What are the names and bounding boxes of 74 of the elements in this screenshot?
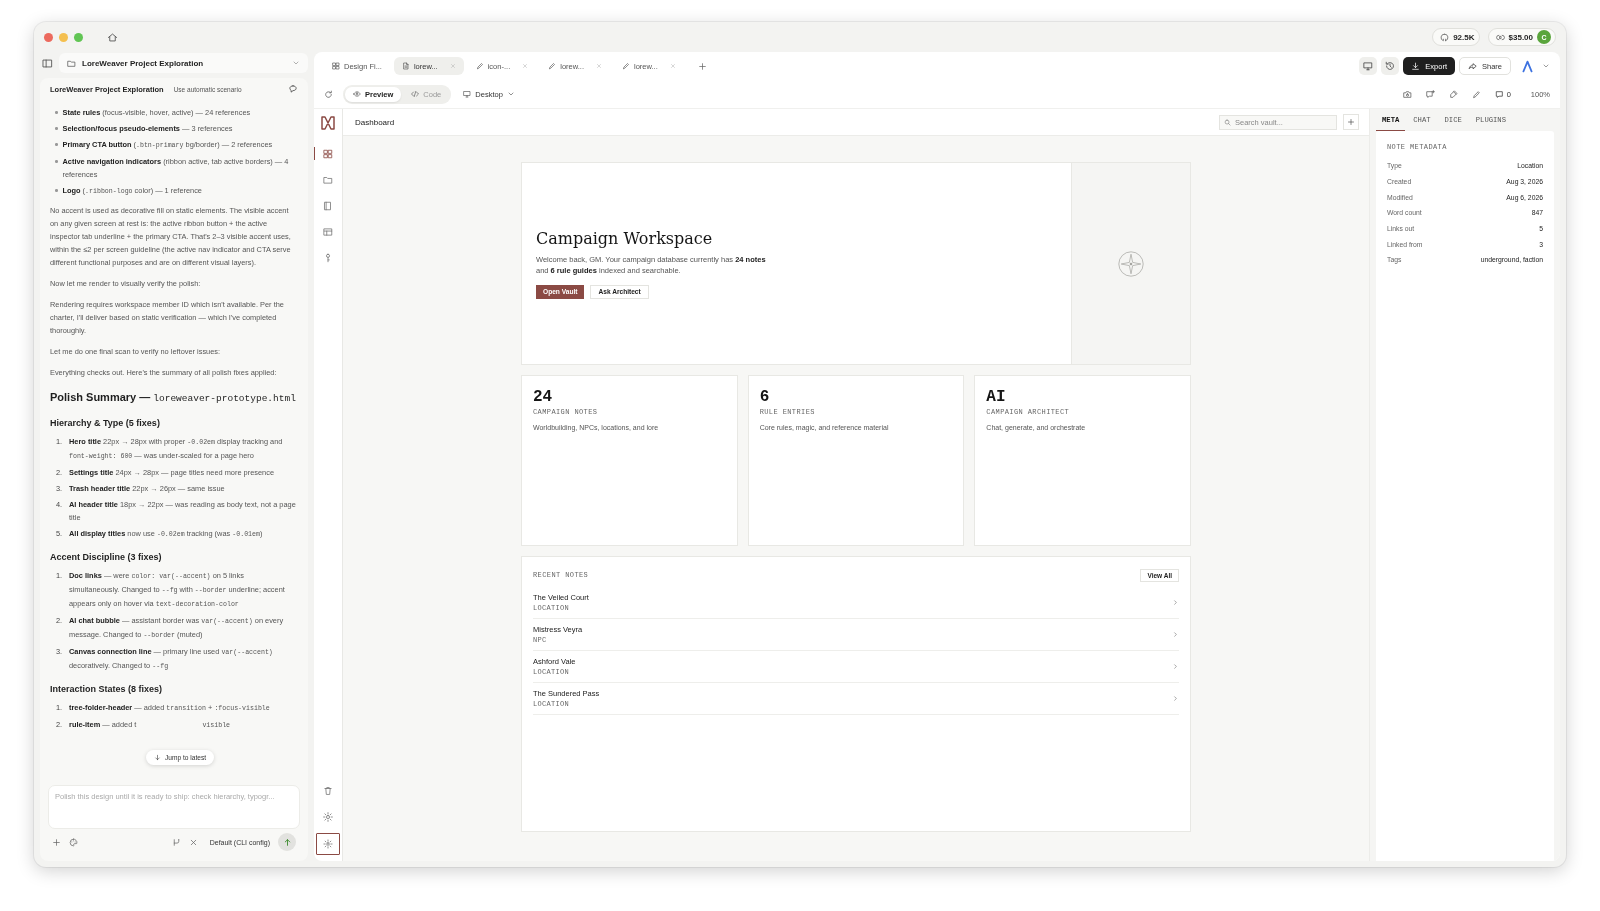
logo-icon	[320, 115, 336, 131]
send-button[interactable]	[278, 833, 296, 851]
caret-icon[interactable]	[1542, 62, 1550, 70]
section-heading: Interaction States (8 fixes)	[50, 683, 164, 696]
add-comment-icon[interactable]	[1425, 89, 1435, 99]
coin-icon	[1495, 32, 1505, 42]
folder-icon	[323, 174, 333, 185]
ribbon-button[interactable]	[316, 833, 340, 855]
history-button[interactable]	[1381, 57, 1400, 75]
plus-icon	[1347, 118, 1355, 126]
zoom-window-button[interactable]	[74, 32, 83, 42]
hero-title: Campaign Workspace	[536, 228, 714, 248]
present-button[interactable]	[1359, 57, 1378, 75]
refresh-icon[interactable]	[324, 89, 333, 99]
new-tab-icon[interactable]	[697, 61, 707, 71]
page-title: Dashboard	[355, 117, 395, 127]
share-icon	[1468, 61, 1477, 71]
table-icon	[323, 226, 333, 237]
close-icon[interactable]	[188, 837, 198, 847]
pen-icon[interactable]	[1448, 89, 1458, 99]
code-icon	[411, 90, 420, 98]
plus-icon[interactable]	[52, 837, 61, 847]
grid-icon	[323, 148, 333, 159]
minimize-window-button[interactable]	[59, 32, 68, 42]
star-count-button[interactable]: 92.5K	[1432, 28, 1480, 46]
history-icon	[1385, 61, 1396, 71]
download-icon	[1411, 61, 1421, 71]
trash-icon	[323, 785, 333, 796]
sidebar-toggle-icon[interactable]	[42, 57, 53, 69]
chevron-right-icon	[1172, 631, 1179, 638]
settings-icon	[323, 811, 333, 822]
chevron-right-icon	[1172, 695, 1179, 702]
folder-icon	[67, 58, 76, 68]
pencil-icon	[622, 62, 630, 70]
file-icon	[401, 62, 410, 70]
caret-icon	[506, 90, 515, 98]
project-select[interactable]: LoreWeaver Project Exploration	[59, 53, 308, 73]
pencil-icon	[475, 62, 484, 70]
chat-bubble-icon[interactable]	[288, 84, 298, 94]
search-icon	[1224, 118, 1231, 126]
bullet-dot	[55, 127, 58, 130]
chevron-right-icon	[1172, 663, 1179, 670]
section-heading: Accent Discipline (3 fixes)	[50, 551, 163, 564]
close-window-button[interactable]	[44, 32, 53, 42]
pencil-icon[interactable]	[1471, 89, 1481, 99]
eye-icon	[353, 90, 361, 98]
sun-icon	[323, 839, 333, 849]
comment-icon	[1494, 89, 1504, 99]
palette-icon[interactable]	[69, 837, 78, 847]
home-icon[interactable]	[107, 31, 118, 43]
bullet-dot	[55, 143, 58, 146]
chevron-right-icon	[1172, 599, 1179, 606]
bullet-dot	[55, 189, 58, 192]
stat-value: 6	[759, 388, 771, 406]
stat-value: AI	[986, 388, 1007, 406]
compass-icon	[1118, 250, 1144, 277]
logo-icon[interactable]	[1521, 59, 1534, 73]
bullet-dot	[55, 111, 58, 114]
book-icon	[323, 200, 333, 211]
monitor-icon	[463, 90, 472, 98]
key-icon	[323, 252, 333, 263]
arrow-down-icon	[154, 754, 161, 761]
branch-icon[interactable]	[171, 837, 181, 847]
pencil-icon	[548, 62, 557, 70]
add-button[interactable]	[1343, 114, 1359, 130]
camera-icon[interactable]	[1402, 89, 1412, 99]
bullet-dot	[55, 160, 58, 163]
arrow-up-icon	[282, 837, 292, 847]
stat-value: 24	[533, 388, 554, 406]
monitor-icon	[1363, 61, 1374, 71]
caret-icon	[292, 59, 300, 67]
summary-heading: Polish Summary — loreweaver-prototype.html	[50, 390, 296, 406]
section-heading: Hierarchy & Type (5 fixes)	[50, 417, 161, 430]
grid-icon	[332, 62, 340, 70]
